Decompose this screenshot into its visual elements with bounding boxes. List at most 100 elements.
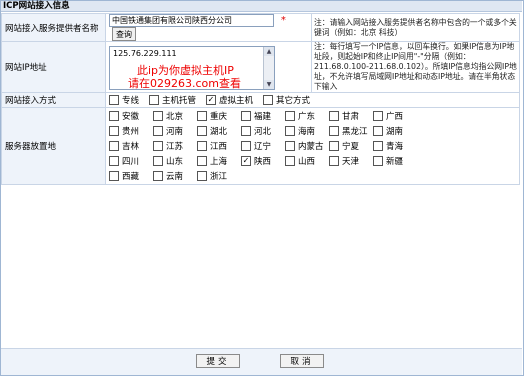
submit-button[interactable]: 提交 xyxy=(196,354,240,368)
scroll-down-arrow-icon[interactable]: ▼ xyxy=(264,80,274,89)
region-option[interactable]: 天津 xyxy=(329,155,373,167)
region-option[interactable]: 湖北 xyxy=(197,125,241,137)
ip-scrollbar[interactable]: ▲ ▼ xyxy=(263,47,274,89)
region-option[interactable]: 内蒙古 xyxy=(285,140,329,152)
region-option[interactable]: 河南 xyxy=(153,125,197,137)
region-option[interactable]: 江苏 xyxy=(153,140,197,152)
checkbox[interactable] xyxy=(241,111,251,121)
checkbox[interactable] xyxy=(329,156,339,166)
checkbox[interactable] xyxy=(329,126,339,136)
provider-input[interactable] xyxy=(109,14,274,27)
checkbox[interactable] xyxy=(109,171,119,181)
checkbox[interactable] xyxy=(153,171,163,181)
checkbox[interactable] xyxy=(241,126,251,136)
checkbox[interactable] xyxy=(153,141,163,151)
checkbox[interactable] xyxy=(109,111,119,121)
checkbox[interactable] xyxy=(373,141,383,151)
checkbox[interactable] xyxy=(197,141,207,151)
checkbox[interactable] xyxy=(109,126,119,136)
region-option[interactable]: 青海 xyxy=(373,140,417,152)
checkbox[interactable] xyxy=(197,156,207,166)
checkbox[interactable] xyxy=(197,126,207,136)
region-option[interactable]: 辽宁 xyxy=(241,140,285,152)
ip-note: 注：每行填写一个IP信息，以回车换行。如果IP信息为IP地址段，则起始IP和终止… xyxy=(311,41,520,93)
region-option[interactable]: 山西 xyxy=(285,155,329,167)
checkbox[interactable] xyxy=(109,141,119,151)
checkbox[interactable] xyxy=(285,141,295,151)
region-option[interactable]: 上海 xyxy=(197,155,241,167)
checkbox[interactable] xyxy=(153,126,163,136)
access-label: 网站接入方式 xyxy=(1,92,106,108)
checkbox-label: 重庆 xyxy=(210,112,228,122)
region-option[interactable]: 云南 xyxy=(153,170,197,182)
region-grid: 安徽 北京 重庆 福建 广东 甘肃 广西贵州 河南 湖北 河北 海南 黑龙江 湖南吉林 江苏 江西 辽宁 内蒙古… xyxy=(106,108,519,184)
region-option[interactable]: 北京 xyxy=(153,110,197,122)
ip-cell: 125.76.229.111 此ip为你虚拟主机IP 请在029263.com查… xyxy=(105,41,312,93)
checkbox[interactable] xyxy=(285,111,295,121)
checkbox[interactable] xyxy=(285,156,295,166)
access-option[interactable]: 主机托管 xyxy=(149,94,196,106)
checkbox-label: 西藏 xyxy=(122,172,140,182)
checkbox[interactable] xyxy=(329,111,339,121)
checkbox[interactable] xyxy=(197,171,207,181)
region-option[interactable]: 吉林 xyxy=(109,140,153,152)
ip-row: 网站IP地址 125.76.229.111 此ip为你虚拟主机IP 请在0292… xyxy=(1,41,520,93)
region-option[interactable]: 黑龙江 xyxy=(329,125,373,137)
region-option[interactable]: 山东 xyxy=(153,155,197,167)
access-option[interactable]: 其它方式 xyxy=(263,94,310,106)
checkbox-label: 主机托管 xyxy=(162,96,197,106)
location-label: 服务器放置地 xyxy=(1,107,106,185)
region-option[interactable]: 新疆 xyxy=(373,155,417,167)
checkbox[interactable] xyxy=(109,156,119,166)
checkbox[interactable] xyxy=(329,141,339,151)
checkbox-label: 湖北 xyxy=(210,127,228,137)
cancel-button[interactable]: 取消 xyxy=(280,354,324,368)
checkbox[interactable] xyxy=(241,141,251,151)
footer-bar: 提交 取消 xyxy=(1,348,522,375)
access-option[interactable]: 专线 xyxy=(109,94,139,106)
checkbox-label: 专线 xyxy=(122,96,140,106)
checkbox-label: 江西 xyxy=(210,142,228,152)
region-option[interactable]: 湖南 xyxy=(373,125,417,137)
region-option[interactable]: 广西 xyxy=(373,110,417,122)
region-option[interactable]: 宁夏 xyxy=(329,140,373,152)
ip-value: 125.76.229.111 xyxy=(113,49,177,58)
checkbox-label: 甘肃 xyxy=(342,112,360,122)
checkbox-label: 福建 xyxy=(254,112,272,122)
checkbox[interactable] xyxy=(149,95,160,105)
checkbox[interactable] xyxy=(373,126,383,136)
access-option[interactable]: ✓ 虚拟主机 xyxy=(206,94,253,106)
checkbox[interactable]: ✓ xyxy=(241,156,251,166)
region-option[interactable]: 西藏 xyxy=(109,170,153,182)
checkbox-label: 湖南 xyxy=(386,127,404,137)
checkbox[interactable] xyxy=(263,95,274,105)
checkbox[interactable] xyxy=(373,156,383,166)
checkbox[interactable] xyxy=(197,111,207,121)
checkbox-label: 上海 xyxy=(210,157,228,167)
checkbox[interactable] xyxy=(109,95,119,105)
region-option[interactable]: 江西 xyxy=(197,140,241,152)
region-option[interactable]: 四川 xyxy=(109,155,153,167)
region-option[interactable]: 重庆 xyxy=(197,110,241,122)
region-option[interactable]: ✓ 陕西 xyxy=(241,155,285,167)
region-option[interactable]: 海南 xyxy=(285,125,329,137)
scroll-up-arrow-icon[interactable]: ▲ xyxy=(264,47,274,56)
checkbox-label: 山西 xyxy=(298,157,316,167)
checkbox[interactable] xyxy=(373,111,383,121)
region-option[interactable]: 甘肃 xyxy=(329,110,373,122)
query-button[interactable]: 查询 xyxy=(112,27,136,41)
region-option[interactable]: 河北 xyxy=(241,125,285,137)
region-option[interactable]: 浙江 xyxy=(197,170,241,182)
ip-textarea[interactable]: 125.76.229.111 此ip为你虚拟主机IP 请在029263.com查… xyxy=(109,46,275,90)
checkbox[interactable] xyxy=(285,126,295,136)
region-option[interactable]: 贵州 xyxy=(109,125,153,137)
region-option[interactable]: 广东 xyxy=(285,110,329,122)
checkbox[interactable]: ✓ xyxy=(206,95,217,105)
checkbox[interactable] xyxy=(153,111,163,121)
region-option[interactable]: 福建 xyxy=(241,110,285,122)
region-option[interactable]: 安徽 xyxy=(109,110,153,122)
checkbox-label: 贵州 xyxy=(122,127,140,137)
checkbox[interactable] xyxy=(153,156,163,166)
checkbox-label: 河北 xyxy=(254,127,272,137)
required-mark: * xyxy=(280,15,286,26)
